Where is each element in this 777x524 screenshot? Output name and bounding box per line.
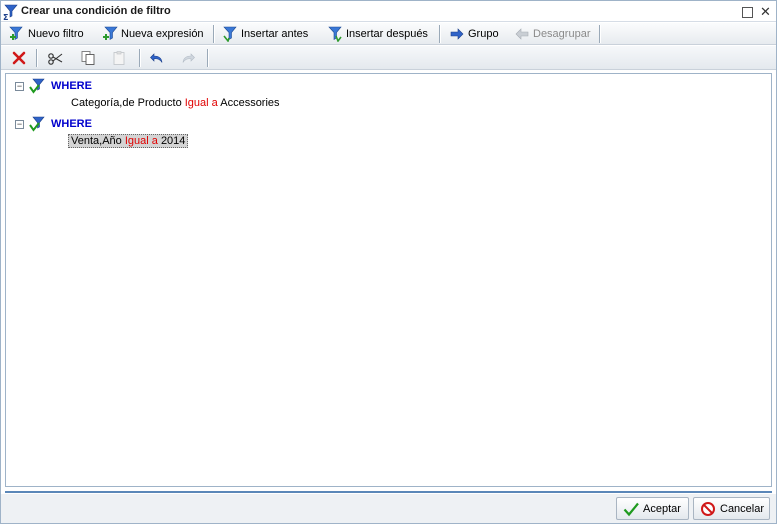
- filter-add-icon: [9, 26, 25, 42]
- condition-operator[interactable]: Igual a: [185, 97, 218, 109]
- delete-icon[interactable]: [11, 50, 27, 66]
- tree-node-where-1[interactable]: − WHERE: [15, 78, 92, 94]
- condition-field: Venta,Año: [71, 135, 122, 147]
- new-filter-label: Nuevo filtro: [28, 28, 84, 40]
- filter-toolbar: Nuevo filtro Nueva expresión Insertar an…: [1, 23, 776, 45]
- insert-after-icon: [327, 26, 343, 43]
- cancel-icon: [700, 501, 716, 517]
- cancel-label: Cancelar: [720, 502, 765, 515]
- redo-icon[interactable]: [180, 50, 196, 66]
- maximize-button[interactable]: [742, 7, 753, 18]
- condition-text-selected: Venta,Año Igual a 2014: [68, 134, 189, 148]
- toolbar-separator: [207, 49, 208, 67]
- undo-icon[interactable]: [149, 50, 165, 66]
- new-filter-button[interactable]: Nuevo filtro: [9, 25, 84, 43]
- filter-check-icon: [29, 78, 45, 94]
- toolbar-separator: [139, 49, 140, 67]
- new-expression-button[interactable]: Nueva expresión: [102, 25, 204, 43]
- cancel-button[interactable]: Cancelar: [693, 497, 770, 520]
- filter-dialog: Σ Crear una condición de filtro ✕ Nuevo …: [0, 0, 777, 524]
- condition-field: Categoría,de Producto: [71, 97, 182, 109]
- accept-label: Aceptar: [643, 502, 681, 515]
- accept-button[interactable]: Aceptar: [616, 497, 689, 520]
- dialog-footer: Aceptar Cancelar: [1, 494, 776, 523]
- copy-icon[interactable]: [80, 50, 96, 66]
- group-label: Grupo: [468, 28, 499, 40]
- toolbar-separator: [599, 25, 600, 43]
- edit-toolbar: [1, 46, 776, 70]
- filter-tree-panel: − WHERE Categoría,de Producto Igual a Ac…: [5, 73, 772, 487]
- cut-icon[interactable]: [47, 50, 63, 66]
- arrow-right-icon: [449, 26, 465, 42]
- arrow-left-icon: [514, 26, 530, 42]
- insert-before-button[interactable]: Insertar antes: [222, 25, 308, 43]
- collapse-toggle[interactable]: −: [15, 81, 24, 91]
- insert-before-label: Insertar antes: [241, 28, 309, 40]
- collapse-toggle[interactable]: −: [15, 119, 24, 129]
- new-expression-label: Nueva expresión: [121, 28, 204, 40]
- where-keyword: WHERE: [51, 118, 92, 130]
- toolbar-separator: [439, 25, 440, 43]
- insert-before-icon: [222, 26, 238, 43]
- condition-row-2[interactable]: Venta,Año Igual a 2014: [68, 134, 189, 148]
- condition-row-1[interactable]: Categoría,de Producto Igual a Accessorie…: [71, 97, 280, 109]
- condition-value[interactable]: 2014: [161, 135, 185, 147]
- group-button[interactable]: Grupo: [449, 25, 499, 43]
- checkmark-icon: [623, 501, 639, 517]
- where-keyword: WHERE: [51, 80, 92, 92]
- ungroup-button[interactable]: Desagrupar: [514, 25, 590, 43]
- footer-divider: [5, 491, 772, 493]
- dialog-title: Crear una condición de filtro: [21, 5, 171, 17]
- filter-sigma-icon: Σ: [3, 4, 19, 22]
- close-button[interactable]: ✕: [760, 5, 771, 18]
- title-bar: Σ Crear una condición de filtro ✕: [1, 1, 776, 22]
- paste-icon[interactable]: [111, 50, 127, 66]
- condition-operator[interactable]: Igual a: [125, 135, 158, 147]
- condition-text: Categoría,de Producto Igual a Accessorie…: [71, 97, 280, 109]
- tree-node-where-2[interactable]: − WHERE: [15, 116, 92, 132]
- condition-value[interactable]: Accessories: [220, 97, 279, 109]
- insert-after-label: Insertar después: [346, 28, 428, 40]
- expression-add-icon: [102, 26, 118, 42]
- toolbar-separator: [213, 25, 214, 43]
- filter-check-icon: [29, 116, 45, 132]
- ungroup-label: Desagrupar: [533, 28, 591, 40]
- svg-text:Σ: Σ: [3, 13, 8, 20]
- insert-after-button[interactable]: Insertar después: [327, 25, 428, 43]
- toolbar-separator: [36, 49, 37, 67]
